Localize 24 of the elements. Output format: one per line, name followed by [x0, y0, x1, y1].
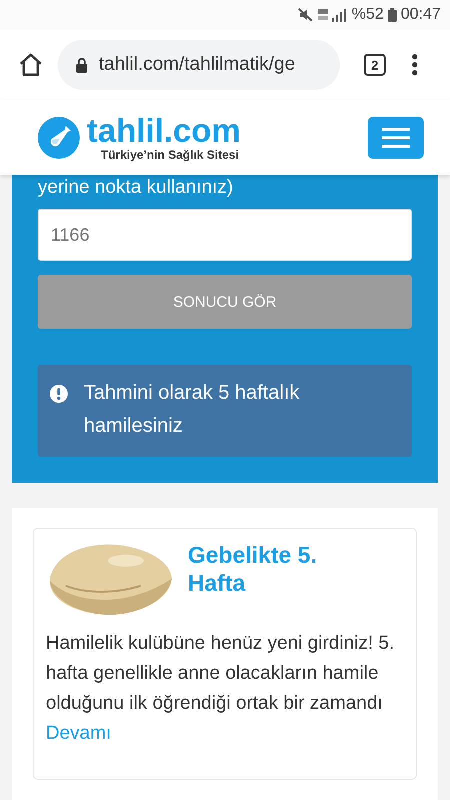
result-text: Tahmini olarak 5 haftalık hamilesiniz [84, 381, 301, 439]
menu-button[interactable] [368, 116, 424, 158]
logo-text[interactable]: tahlil.com [87, 114, 242, 148]
read-more-link[interactable]: Devamı [46, 723, 112, 744]
address-bar[interactable]: tahlil.com/tahlilmatik/ge [58, 40, 340, 90]
lock-icon [76, 58, 88, 72]
signal-icon [318, 8, 348, 22]
flask-logo-icon[interactable] [38, 116, 80, 158]
clock: 00:47 [400, 6, 441, 24]
article-text: Hamilelik kulübüne henüz yeni girdiniz! 5. hafta genellikle anne olacakların hamile olduğunu ilk öğrendiği ortak bir zamandı Devamı [46, 632, 396, 746]
menu-icon [382, 128, 410, 148]
alert-icon [50, 385, 68, 403]
result-button[interactable]: SONUCU GÖR [38, 275, 412, 329]
tab-count-button[interactable]: 2 [364, 54, 386, 76]
mute-icon [298, 8, 314, 22]
article-title[interactable]: Gebelikte 5. Hafta [188, 541, 348, 597]
url-text: tahlil.com/tahlilmatik/ge [99, 54, 296, 76]
input-field[interactable]: 1166 [38, 209, 412, 261]
home-icon[interactable] [18, 53, 44, 77]
menu-icon[interactable] [412, 54, 418, 76]
battery-icon [388, 8, 397, 22]
battery-percent: %52 [352, 6, 384, 24]
note-text: yerine nokta kullanınız) [38, 177, 234, 199]
logo-tagline: Türkiye’nin Sağlık Sitesi [101, 148, 240, 162]
